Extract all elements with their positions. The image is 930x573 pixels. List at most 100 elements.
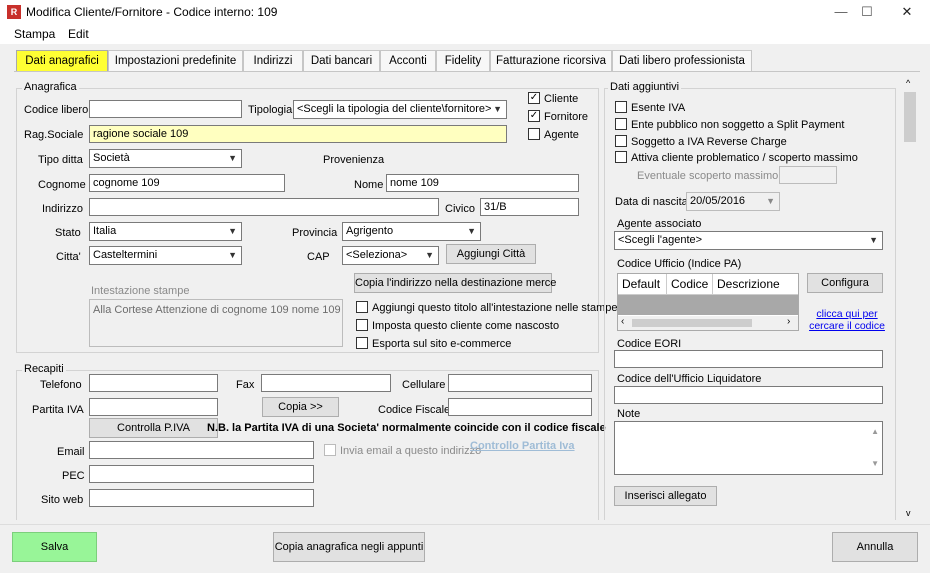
tab-dati-anagrafici[interactable]: Dati anagrafici [16,50,108,72]
close-button[interactable]: ✕ [884,0,930,24]
agente-checkbox[interactable] [528,128,540,140]
problematico-label: Attiva cliente problematico / scoperto m… [631,152,858,164]
cliente-checkbox[interactable]: ✓ [528,92,540,104]
scroll-down-icon[interactable]: v [906,508,911,518]
chevron-down-icon[interactable]: ▼ [871,456,879,472]
stato-select[interactable]: Italia ▼ [89,222,242,241]
invia-email-checkbox[interactable] [324,444,336,456]
codice-libero-input[interactable] [89,100,242,118]
liquidatore-input[interactable] [614,386,883,404]
nome-input[interactable]: nome 109 [386,174,579,192]
email-label: Email [57,446,85,458]
chevron-left-icon[interactable]: ‹ [621,316,624,327]
grid-column-default[interactable]: Default [618,274,667,295]
codice-fiscale-input[interactable] [448,398,592,416]
cognome-input[interactable]: cognome 109 [89,174,285,192]
rag-sociale-input[interactable]: ragione sociale 109 [89,125,507,143]
codice-ufficio-grid[interactable]: Default Codice Descrizione ‹ › [617,273,799,331]
cellulare-label: Cellulare [402,379,446,391]
copia-appunti-button[interactable]: Copia anagrafica negli appunti [273,532,425,562]
recapiti-title: Recapiti [22,363,66,375]
agente-associato-select[interactable]: <Scegli l'agente> ▼ [614,231,883,250]
eori-input[interactable] [614,350,883,368]
partita-iva-label: Partita IVA [32,404,84,416]
citta-label: Citta' [56,251,81,263]
provincia-select[interactable]: Agrigento ▼ [342,222,481,241]
tab-impostazioni-predefinite[interactable]: Impostazioni predefinite [108,50,243,72]
provincia-value: Agrigento [346,225,394,237]
tab-dati-bancari[interactable]: Dati bancari [303,50,380,72]
menu-edit[interactable]: Edit [68,27,89,41]
sito-web-input[interactable] [89,489,314,507]
chevron-up-icon[interactable]: ▲ [871,424,879,440]
chevron-down-icon: ▼ [869,235,878,245]
nascosto-checkbox[interactable] [356,319,368,331]
cap-select[interactable]: <Seleziona> ▼ [342,246,439,265]
sito-web-label: Sito web [41,494,84,506]
reverse-charge-checkbox[interactable] [615,135,627,147]
cerca-codice-link[interactable]: clicca qui per cercare il codice [805,308,889,332]
configura-button[interactable]: Configura [807,273,883,293]
tipo-ditta-value: Società [93,152,130,164]
inserisci-allegato-button[interactable]: Inserisci allegato [614,486,717,506]
chevron-down-icon: ▼ [228,153,237,163]
ecommerce-checkbox[interactable] [356,337,368,349]
pec-input[interactable] [89,465,314,483]
salva-button[interactable]: Salva [12,532,97,562]
annulla-button[interactable]: Annulla [832,532,918,562]
cerca-codice-link-line1[interactable]: clicca qui per [805,308,889,320]
intestazione-textarea[interactable]: Alla Cortese Attenzione di cognome 109 n… [89,299,343,347]
codice-ufficio-label: Codice Ufficio (Indice PA) [617,258,742,270]
scroll-up-icon[interactable]: ^ [906,78,910,88]
nome-label: Nome [354,179,384,191]
data-nascita-picker[interactable]: 20/05/2016 ▼ [686,192,780,211]
tipo-ditta-select[interactable]: Società ▼ [89,149,242,168]
citta-select[interactable]: Casteltermini ▼ [89,246,242,265]
indirizzo-input[interactable] [89,198,439,216]
civico-input[interactable]: 31/B [480,198,579,216]
citta-value: Casteltermini [93,249,158,261]
copia-indirizzo-button[interactable]: Copia l'indirizzo nella destinazione mer… [354,273,556,293]
grid-selected-row[interactable] [618,295,798,315]
data-nascita-value: 20/05/2016 [690,195,746,207]
scoperto-input[interactable] [779,166,837,184]
copia-piva-button[interactable]: Copia >> [262,397,339,417]
menu-stampa[interactable]: Stampa [14,27,55,41]
tab-dati-libero-professionista[interactable]: Dati libero professionista [612,50,752,72]
note-label: Note [617,408,641,420]
chevron-right-icon[interactable]: › [787,316,790,327]
titolo-checkbox[interactable] [356,301,368,313]
partita-iva-input[interactable] [89,398,218,416]
nb-text: N.B. la Partita IVA di una Societa' norm… [207,422,606,434]
nascosto-label: Imposta questo cliente come nascosto [372,320,560,332]
grid-column-codice[interactable]: Codice [667,274,713,295]
vertical-scrollbar[interactable]: ^ v [902,76,918,520]
tab-fidelity[interactable]: Fidelity [436,50,490,72]
cerca-codice-link-line2[interactable]: cercare il codice [805,320,889,332]
provincia-label: Provincia [292,227,338,239]
tab-fatturazione-ricorsiva[interactable]: Fatturazione ricorsiva [490,50,612,72]
aggiungi-citta-button[interactable]: Aggiungi Città [446,244,536,264]
cellulare-input[interactable] [448,374,592,392]
tab-acconti[interactable]: Acconti [380,50,436,72]
scrollbar-thumb[interactable] [632,319,752,327]
tipologia-label: Tipologia [248,104,293,116]
fornitore-checkbox[interactable]: ✓ [528,110,540,122]
controlla-piva-button[interactable]: Controlla P.IVA [89,418,218,438]
grid-horizontal-scrollbar[interactable]: ‹ › [618,316,798,330]
telefono-label: Telefono [40,379,82,391]
tipologia-select[interactable]: <Scegli la tipologia del cliente\fornito… [293,100,507,119]
esente-iva-checkbox[interactable] [615,101,627,113]
tab-indirizzi[interactable]: Indirizzi [243,50,303,72]
note-textarea[interactable]: ▲ ▼ [614,421,883,475]
grid-column-descrizione[interactable]: Descrizione [713,274,798,295]
scrollbar-thumb[interactable] [904,92,916,142]
problematico-checkbox[interactable] [615,151,627,163]
fax-input[interactable] [261,374,391,392]
split-payment-checkbox[interactable] [615,118,627,130]
telefono-input[interactable] [89,374,218,392]
chevron-down-icon: ▼ [493,104,502,114]
scoperto-label: Eventuale scoperto massimo [637,170,779,182]
controllo-piva-link[interactable]: Controllo Partita Iva [470,440,575,452]
email-input[interactable] [89,441,314,459]
